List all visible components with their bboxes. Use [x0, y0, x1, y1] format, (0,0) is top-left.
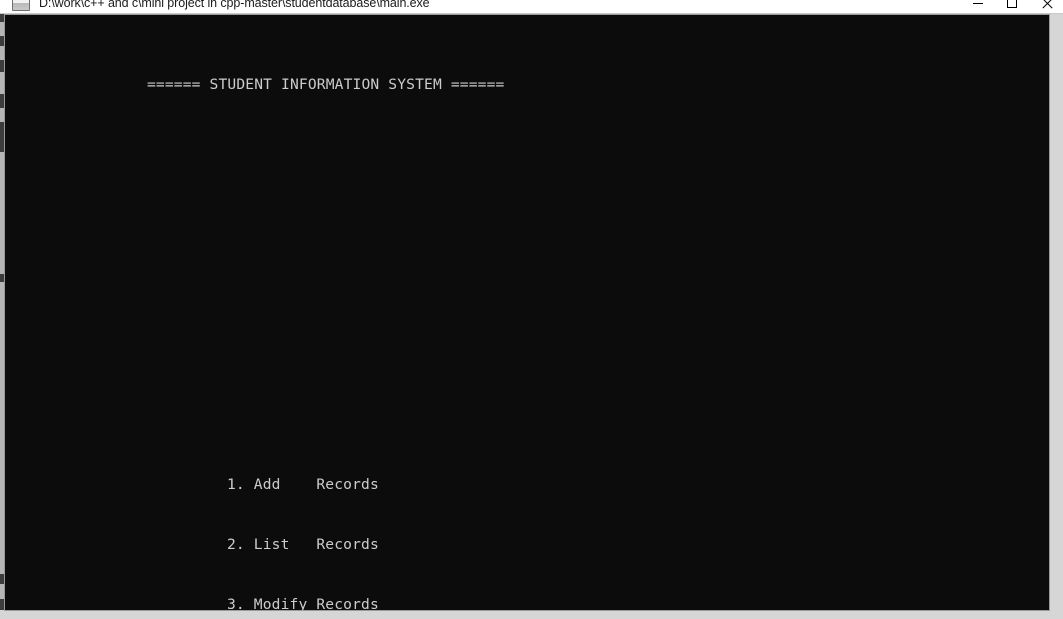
- titlebar-inner: D:\work\c++ and c\mini project in cpp-ma…: [0, 0, 1063, 13]
- console-app-icon: [12, 0, 30, 11]
- minimize-button[interactable]: [961, 0, 995, 13]
- maximize-button[interactable]: [995, 0, 1029, 13]
- console-output: ====== STUDENT INFORMATION SYSTEM ======…: [5, 15, 1049, 610]
- close-button[interactable]: [1029, 0, 1063, 13]
- minimize-icon: [973, 2, 983, 4]
- console-header: ====== STUDENT INFORMATION SYSTEM ======: [147, 76, 505, 93]
- console-window[interactable]: ====== STUDENT INFORMATION SYSTEM ======…: [4, 14, 1050, 611]
- close-icon: [1041, 0, 1052, 9]
- menu-item-modify[interactable]: 3. Modify Records: [5, 595, 1049, 610]
- window-titlebar[interactable]: D:\work\c++ and c\mini project in cpp-ma…: [0, 0, 1063, 14]
- window-title: D:\work\c++ and c\mini project in cpp-ma…: [39, 0, 430, 10]
- menu-item-list[interactable]: 2. List Records: [5, 535, 1049, 555]
- window-controls: [961, 0, 1063, 13]
- maximize-icon: [1007, 0, 1017, 8]
- screen-root: D:\work\c++ and c\mini project in cpp-ma…: [0, 0, 1063, 619]
- menu-item-add[interactable]: 1. Add Records: [5, 475, 1049, 495]
